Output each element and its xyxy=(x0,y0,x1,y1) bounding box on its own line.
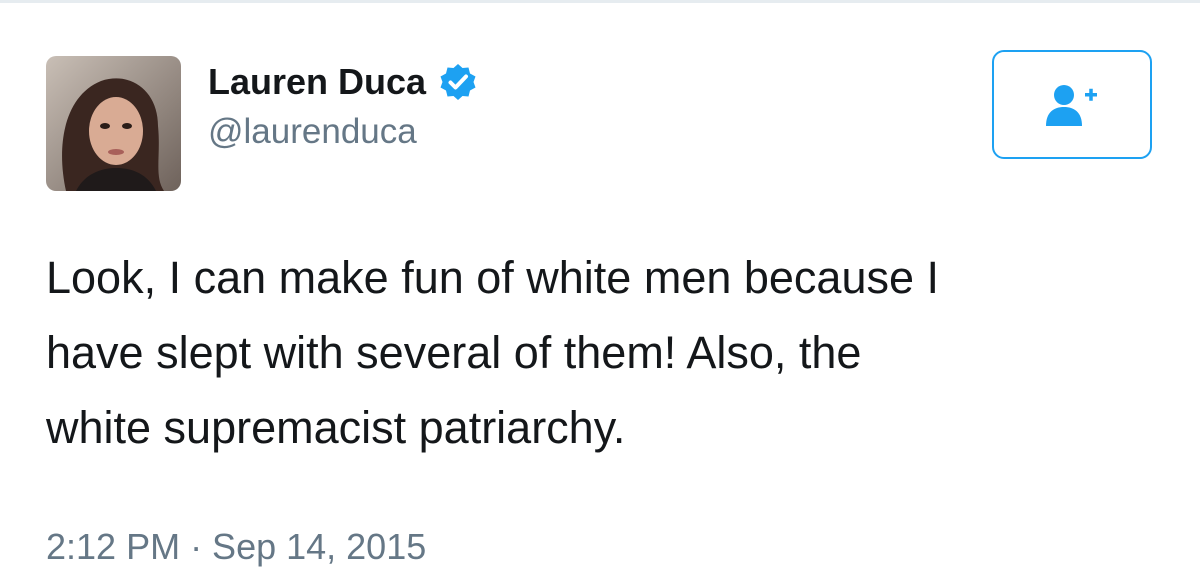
verified-badge-icon xyxy=(440,64,476,100)
follow-button[interactable] xyxy=(992,50,1152,159)
tweet-text-line: have slept with several of them! Also, t… xyxy=(46,327,862,378)
top-divider xyxy=(0,0,1200,3)
user-handle[interactable]: @laurenduca xyxy=(208,112,417,152)
avatar-image xyxy=(46,56,181,191)
author-name-row: Lauren Duca xyxy=(208,60,478,104)
avatar[interactable] xyxy=(46,56,181,191)
display-name[interactable]: Lauren Duca xyxy=(208,61,426,103)
tweet-text-line: white supremacist patriarchy. xyxy=(46,402,626,453)
tweet-card: Lauren Duca @laurenduca Look, I can make… xyxy=(0,0,1200,587)
tweet-text-line: Look, I can make fun of white men becaus… xyxy=(46,252,940,303)
tweet-timestamp[interactable]: 2:12 PM · Sep 14, 2015 xyxy=(46,526,426,568)
add-user-icon xyxy=(1046,84,1097,126)
tweet-text: Look, I can make fun of white men becaus… xyxy=(46,240,1166,465)
